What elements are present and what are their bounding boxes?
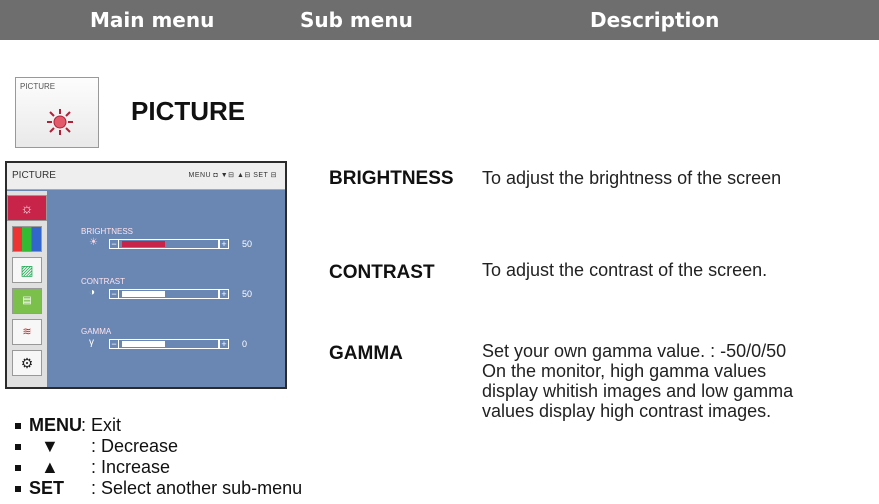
osd-title-bar: PICTURE MENU ◘ ▼⊟ ▲⊟ SET ⊟ <box>7 163 285 190</box>
desc-text-gamma-2: On the monitor, high gamma values <box>482 361 767 381</box>
legend-desc: : Increase <box>91 457 171 477</box>
legend-key: SET <box>29 478 65 498</box>
osd-sidebar: ☼ ▨ ▤ ≋ ⚙ <box>7 191 47 387</box>
picture-icon: ☼ <box>20 200 34 216</box>
minus-icon[interactable]: − <box>109 289 119 299</box>
minus-icon[interactable]: − <box>109 339 119 349</box>
desc-text-brightness: To adjust the brightness of the screen <box>482 168 782 188</box>
bullet <box>15 465 21 471</box>
brightness-icon: ☀ <box>89 237 98 248</box>
minus-icon[interactable]: − <box>109 239 119 249</box>
gear-icon: ⚙ <box>20 355 34 371</box>
osd-item-value: 50 <box>242 239 253 249</box>
slider-fill <box>122 291 165 297</box>
tab-picture[interactable]: ☼ <box>7 195 47 221</box>
osd-window: PICTURE MENU ◘ ▼⊟ ▲⊟ SET ⊟ ☼ ▨ ▤ ≋ ⚙ BRI… <box>5 161 287 389</box>
legend-key: MENU <box>29 415 82 435</box>
osd-main-panel: BRIGHTNESS ☀ − + 50 CONTRAST ◑ − + 50 GA… <box>47 191 285 387</box>
slider-fill <box>122 241 165 247</box>
osd-title: PICTURE <box>12 170 56 181</box>
tab-color[interactable] <box>12 226 42 252</box>
legend-desc: : Decrease <box>91 436 179 456</box>
brightness-slider[interactable]: − + <box>109 239 229 249</box>
plus-icon[interactable]: + <box>219 289 229 299</box>
osd-item-label: GAMMA <box>81 327 112 336</box>
position-icon: ▨ <box>20 262 34 278</box>
sun-icon <box>47 109 73 135</box>
setup-icon: ≋ <box>22 326 32 338</box>
desc-name-contrast: CONTRAST <box>329 262 435 283</box>
desc-text-gamma-3: display whitish images and low gamma <box>482 381 794 401</box>
desc-text-gamma-4: values display high contrast images. <box>482 401 772 421</box>
slider-fill <box>122 341 165 347</box>
osd-item-value: 0 <box>242 339 248 349</box>
legend-key: ▼ <box>41 436 59 456</box>
desc-text-gamma-1: Set your own gamma value. : -50/0/50 <box>482 341 787 361</box>
desc-name-gamma: GAMMA <box>329 343 403 364</box>
plus-icon[interactable]: + <box>219 239 229 249</box>
picture-menu-icon: PICTURE <box>15 77 99 148</box>
gamma-slider[interactable]: − + <box>109 339 229 349</box>
header-sub-menu: Sub menu <box>300 8 413 32</box>
bullet <box>15 423 21 429</box>
contrast-slider[interactable]: − + <box>109 289 229 299</box>
tab-settings[interactable]: ⚙ <box>12 350 42 376</box>
desc-name-brightness: BRIGHTNESS <box>329 168 454 189</box>
picture-icon-label: PICTURE <box>20 82 56 91</box>
osd-item-value: 50 <box>242 289 253 299</box>
gamma-icon: γ <box>89 337 94 348</box>
header-main-menu: Main menu <box>90 8 215 32</box>
tab-setup[interactable]: ≋ <box>12 319 42 345</box>
osd-keys-hint: MENU ◘ ▼⊟ ▲⊟ SET ⊟ <box>188 172 277 179</box>
osd-item-label: BRIGHTNESS <box>81 227 134 236</box>
legend-desc: : Exit <box>81 415 122 435</box>
header-bar: Main menu Sub menu Description <box>0 0 879 40</box>
osd-item-label: CONTRAST <box>81 277 125 286</box>
header-description: Description <box>590 8 720 32</box>
contrast-icon: ◑ <box>89 287 96 298</box>
bullet <box>15 486 21 492</box>
bullet <box>15 444 21 450</box>
tab-tracking[interactable]: ▤ <box>12 288 42 314</box>
plus-icon[interactable]: + <box>219 339 229 349</box>
page-title: PICTURE <box>131 96 246 126</box>
legend-desc: : Select another sub-menu <box>91 478 303 498</box>
tracking-icon: ▤ <box>22 295 32 306</box>
desc-text-contrast: To adjust the contrast of the screen. <box>482 260 768 280</box>
legend-key: ▲ <box>41 457 59 477</box>
tab-position[interactable]: ▨ <box>12 257 42 283</box>
